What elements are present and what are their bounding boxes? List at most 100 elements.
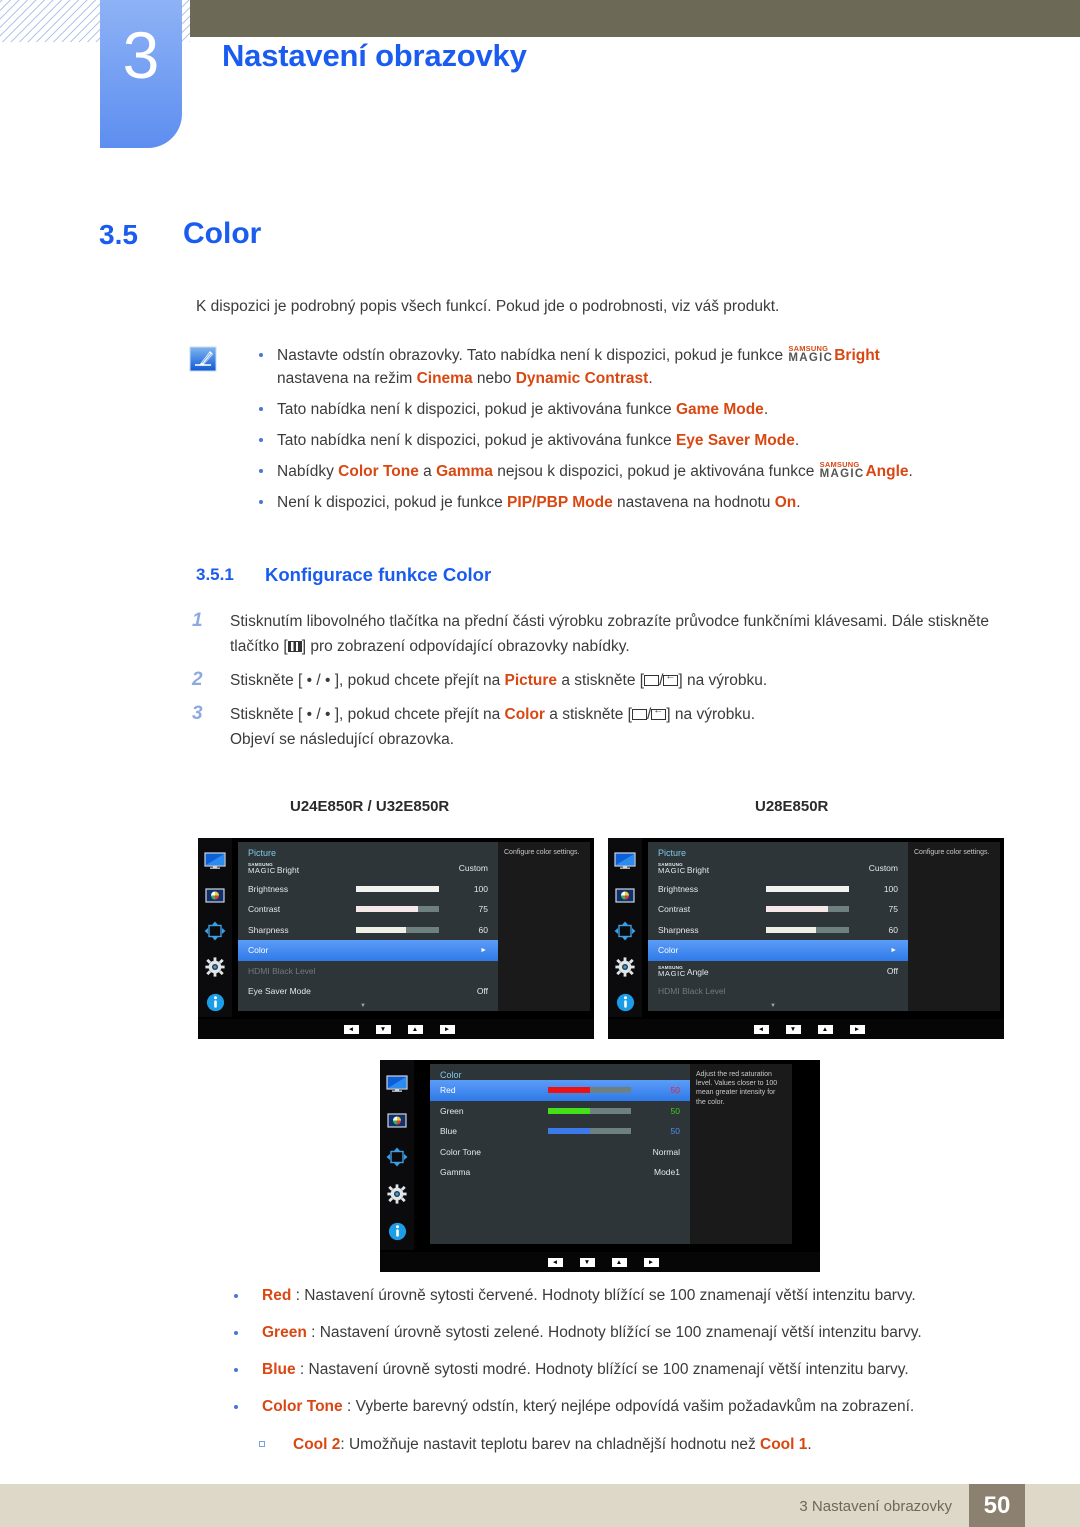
osd-row-value: 60 — [478, 924, 488, 935]
osd-nav-button[interactable]: ▼ — [579, 1257, 595, 1267]
section-title: Color — [183, 217, 262, 250]
osd-slider-track[interactable] — [356, 906, 439, 913]
osd-icon-color-palette[interactable] — [608, 882, 642, 911]
osd-menu-title: Picture — [658, 848, 687, 858]
osd-icon-information[interactable] — [198, 988, 232, 1017]
osd-icon-display-position-arrows[interactable] — [380, 1142, 414, 1172]
osd-menu-row[interactable]: SAMSUNG MAGIC Bright Custom — [648, 858, 908, 879]
osd-slider-track[interactable] — [548, 1128, 631, 1135]
osd-slider-track[interactable] — [766, 926, 849, 933]
osd-icon-color-palette[interactable] — [380, 1105, 414, 1135]
osd-row-label: Contrast — [248, 904, 281, 915]
osd-menu-row[interactable]: Color ► — [648, 940, 908, 961]
osd-row-value: 100 — [883, 883, 898, 894]
osd-menu-row[interactable]: Green 50 — [430, 1101, 690, 1122]
osd-icon-color-palette[interactable] — [198, 882, 232, 911]
submenu-arrow-icon: ► — [890, 946, 897, 954]
osd-slider-fill — [356, 926, 406, 933]
osd-menu-row[interactable]: Blue 50 — [430, 1121, 690, 1142]
osd-row-value: Off — [886, 965, 898, 976]
osd-icon-display-position-arrows[interactable] — [198, 917, 232, 946]
step-item: 3 Stiskněte [ • / • ], pokud chcete přejí… — [192, 702, 1012, 752]
bullet-dot — [259, 438, 263, 442]
osd-icon-information[interactable] — [608, 988, 642, 1017]
osd-nav-button[interactable]: ► — [643, 1257, 659, 1267]
osd-icon-picture-monitor[interactable] — [608, 846, 642, 875]
osd-nav-bar: ◄ ▼ ▲ ► — [608, 1019, 1004, 1039]
osd-icon-system-gear[interactable] — [608, 953, 642, 982]
osd-slider-fill — [766, 906, 829, 913]
osd-slider-track[interactable] — [356, 885, 439, 892]
bullet-dot — [259, 500, 263, 504]
note-item: Tato nabídka není k dispozici, pokud je … — [250, 429, 1010, 452]
bullet-dot — [234, 1405, 238, 1409]
osd-row-value: 50 — [670, 1085, 680, 1096]
osd-slider-fill — [766, 885, 849, 892]
osd-menu-row[interactable]: Contrast 75 — [238, 899, 498, 920]
osd-sidebar — [608, 838, 642, 1017]
note-item: Není k dispozici, pokud je funkce PIP/PB… — [250, 491, 1010, 514]
osd-slider-track[interactable] — [356, 926, 439, 933]
osd-menu-row[interactable]: SAMSUNG MAGIC Angle Off — [648, 961, 908, 982]
osd-nav-button[interactable]: ◄ — [753, 1024, 769, 1034]
osd-icon-picture-monitor[interactable] — [380, 1068, 414, 1098]
osd-menu-row[interactable]: Gamma Mode1 — [430, 1162, 690, 1183]
osd-icon-information[interactable] — [380, 1216, 414, 1246]
osd-menu-panel: Picture SAMSUNG MAGIC Bright Custom Brightne… — [238, 842, 498, 1011]
osd-menu-row[interactable]: SAMSUNG MAGIC Bright Custom — [238, 858, 498, 879]
osd-menu-row[interactable]: Brightness 100 — [238, 879, 498, 900]
osd-caption-left: U24E850R / U32E850R — [290, 798, 450, 815]
osd-caption-right: U28E850R — [755, 798, 829, 815]
menu-key-icon — [287, 641, 302, 652]
osd-nav-button[interactable]: ► — [439, 1024, 455, 1034]
osd-icon-system-gear[interactable] — [198, 953, 232, 982]
osd-nav-button[interactable]: ◄ — [547, 1257, 563, 1267]
osd-slider-track[interactable] — [766, 885, 849, 892]
osd-help-text: Configure color settings. — [498, 842, 590, 1011]
bullet-dot — [234, 1368, 238, 1372]
osd-menu-row[interactable]: Contrast 75 — [648, 899, 908, 920]
osd-row-label: SAMSUNG MAGIC Bright — [248, 862, 300, 875]
bullet-dot — [234, 1331, 238, 1335]
osd-menu-row[interactable]: Sharpness 60 — [238, 920, 498, 941]
note-item: Nastavte odstín obrazovky. Tato nabídka … — [250, 344, 1010, 390]
osd-screenshot-color-submenu: Color Red 50 Green 50 Blue 50 Color Tone Normal… — [380, 1060, 820, 1272]
osd-nav-button[interactable]: ▲ — [611, 1257, 627, 1267]
osd-nav-button[interactable]: ▼ — [375, 1024, 391, 1034]
osd-nav-button[interactable]: ▲ — [407, 1024, 423, 1034]
intro-paragraph: K dispozici je podrobný popis všech funk… — [196, 298, 780, 315]
square-bullet — [259, 1441, 265, 1447]
osd-slider-track[interactable] — [548, 1107, 631, 1114]
osd-nav-button[interactable]: ▲ — [817, 1024, 833, 1034]
list-item: Green : Nastavení úrovně sytosti zelené.… — [225, 1322, 1025, 1344]
osd-menu-row[interactable]: Sharpness 60 — [648, 920, 908, 941]
bullet-dot — [234, 1294, 238, 1298]
list-item: Blue : Nastavení úrovně sytosti modré. H… — [225, 1359, 1025, 1381]
osd-nav-button[interactable]: ▼ — [785, 1024, 801, 1034]
osd-nav-button[interactable]: ◄ — [343, 1024, 359, 1034]
osd-menu-row[interactable]: HDMI Black Level — [238, 961, 498, 982]
steps-list: 1 Stisknutím libovolného tlačítka na před… — [192, 609, 1012, 761]
osd-menu-row[interactable]: HDMI Black Level — [648, 981, 908, 1002]
osd-row-label: SAMSUNG MAGIC Bright — [658, 862, 710, 875]
osd-row-label: Brightness — [248, 883, 289, 894]
osd-icon-system-gear[interactable] — [380, 1179, 414, 1209]
osd-row-label: Green — [440, 1105, 464, 1116]
chapter-number: 3 — [122, 18, 160, 92]
bullet-dot — [259, 407, 263, 411]
osd-nav-button[interactable]: ► — [849, 1024, 865, 1034]
osd-sidebar — [198, 838, 232, 1017]
osd-menu-title: Picture — [248, 848, 277, 858]
osd-icon-display-position-arrows[interactable] — [608, 917, 642, 946]
enter-key-icon — [651, 705, 667, 720]
osd-slider-track[interactable] — [766, 906, 849, 913]
osd-menu-row[interactable]: Color ► — [238, 940, 498, 961]
osd-sidebar — [380, 1060, 414, 1250]
osd-menu-row[interactable]: Eye Saver Mode Off — [238, 981, 498, 1002]
osd-menu-row[interactable]: Brightness 100 — [648, 879, 908, 900]
osd-slider-track[interactable] — [548, 1087, 631, 1094]
osd-menu-row[interactable]: Red 50 — [430, 1080, 690, 1101]
osd-menu-row[interactable]: Color Tone Normal — [430, 1142, 690, 1163]
osd-icon-picture-monitor[interactable] — [198, 846, 232, 875]
osd-row-label: SAMSUNG MAGIC Angle — [658, 964, 709, 978]
